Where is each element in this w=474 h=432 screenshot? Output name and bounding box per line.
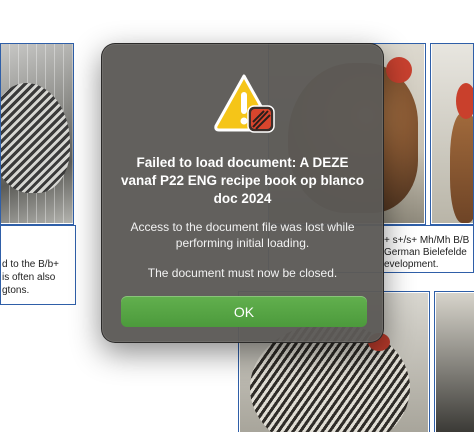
warning-icon [212, 72, 276, 136]
ok-button[interactable]: OK [121, 296, 367, 327]
dialog-title: Failed to load document: A DEZE vanaf P2… [120, 155, 365, 206]
dialog-message: Access to the document file was lost whi… [130, 220, 355, 250]
photo-frame-left [0, 43, 74, 225]
doc-text-line: d to the B/b+ [2, 259, 59, 270]
doc-text-line: evelopment. [384, 259, 439, 270]
dialog-message-close: The document must now be closed. [147, 266, 338, 280]
photo-frame-right [430, 43, 474, 225]
doc-text-line: gtons. [2, 285, 30, 296]
doc-text-line: is often also [2, 272, 56, 283]
error-alert-dialog: Failed to load document: A DEZE vanaf P2… [101, 43, 384, 343]
warning-triangle-icon [214, 74, 275, 133]
photo-frame-bottom-right [434, 291, 474, 432]
app-badge-icon [247, 105, 275, 133]
